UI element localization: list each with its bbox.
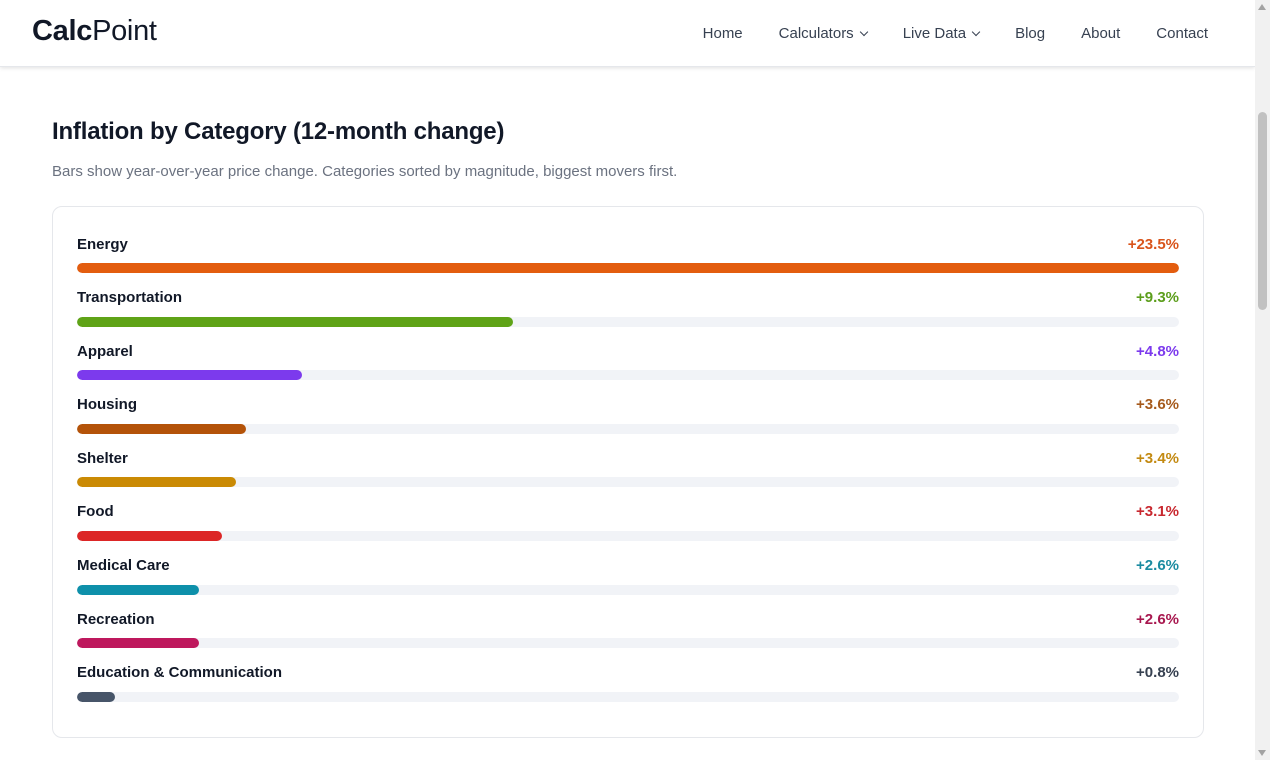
chart-row: Food +3.1% <box>77 501 1179 555</box>
value-label: +2.6% <box>1136 610 1179 628</box>
category-label: Recreation <box>77 610 155 628</box>
nav-item-label: Home <box>702 25 743 42</box>
scroll-down-arrow-icon[interactable] <box>1258 750 1266 756</box>
main-nav: Home Calculators Live Data Blog About Contact <box>667 0 1208 67</box>
bar-track <box>77 477 1179 488</box>
chart-row-header: Energy +23.5% <box>77 233 1179 255</box>
chart-row: Medical Care +2.6% <box>77 555 1179 609</box>
bar-track <box>77 638 1179 649</box>
scrollbar-thumb[interactable] <box>1258 112 1267 310</box>
bar-fill <box>77 584 199 595</box>
bar-track <box>77 530 1179 541</box>
nav-item-label: Contact <box>1156 25 1208 42</box>
bar-track <box>77 263 1179 273</box>
value-label: +9.3% <box>1136 289 1179 307</box>
page-subtitle: Bars show year-over-year price change. C… <box>52 163 678 180</box>
category-label: Medical Care <box>77 557 170 575</box>
chart-row-header: Medical Care +2.6% <box>77 555 1179 577</box>
bar-fill <box>77 638 199 649</box>
nav-item-blog[interactable]: Blog <box>1015 25 1045 42</box>
bar-track <box>77 316 1179 327</box>
chart-row-header: Shelter +3.4% <box>77 447 1179 469</box>
value-label: +23.5% <box>1127 235 1179 253</box>
value-label: +0.8% <box>1136 664 1179 682</box>
nav-item-label: Blog <box>1015 25 1046 42</box>
chevron-down-icon <box>859 27 868 37</box>
category-label: Housing <box>77 396 137 414</box>
bar-fill <box>77 477 237 488</box>
nav-item-about[interactable]: About <box>1081 25 1120 42</box>
logo-regular: Point <box>92 15 157 47</box>
nav-item-contact[interactable]: Contact <box>1156 25 1208 42</box>
scroll-up-arrow-icon[interactable] <box>1258 4 1266 10</box>
chevron-down-icon <box>971 27 981 37</box>
nav-item-calculators[interactable]: Calculators <box>778 25 868 42</box>
chart-row: Shelter +3.4% <box>77 447 1179 501</box>
nav-item-home[interactable]: Home <box>703 25 743 42</box>
bar-track <box>77 691 1179 702</box>
value-label: +3.6% <box>1136 396 1179 414</box>
bar-fill <box>77 423 246 434</box>
chart-row: Recreation +2.6% <box>77 608 1179 662</box>
chart-row-header: Education & Communication +0.8% <box>77 662 1179 684</box>
value-label: +3.4% <box>1136 449 1179 467</box>
chart-row-header: Recreation +2.6% <box>77 608 1179 630</box>
chart-row-header: Apparel +4.8% <box>77 340 1179 362</box>
chart-row: Energy +23.5% <box>77 233 1179 287</box>
bar-fill <box>77 530 223 541</box>
value-label: +4.8% <box>1136 342 1179 360</box>
category-label: Education & Communication <box>77 664 283 682</box>
chart-row-header: Food +3.1% <box>77 501 1179 523</box>
bar-fill <box>77 263 1179 273</box>
category-label: Apparel <box>77 342 133 360</box>
page-scrollbar[interactable] <box>1255 0 1270 760</box>
bar-fill <box>77 316 514 327</box>
nav-item-label: Calculators <box>778 25 854 42</box>
value-label: +3.1% <box>1136 503 1179 521</box>
category-label: Transportation <box>77 289 183 307</box>
inflation-bar-chart: Energy +23.5% Transportation +9.3% Apparel +4… <box>52 206 1204 738</box>
chart-row-header: Transportation +9.3% <box>77 287 1179 309</box>
category-label: Energy <box>77 235 128 253</box>
chart-row: Apparel +4.8% <box>77 340 1179 394</box>
site-logo[interactable]: CalcPoint <box>32 15 157 48</box>
bar-track <box>77 423 1179 434</box>
chart-row: Education & Communication +0.8% <box>77 662 1179 716</box>
page-title: Inflation by Category (12-month change) <box>52 118 505 145</box>
bar-fill <box>77 691 115 702</box>
bar-track <box>77 370 1179 381</box>
site-header: CalcPoint Home Calculators Live Data Blog Ab… <box>0 0 1255 67</box>
bar-track <box>77 584 1179 595</box>
main-content: Inflation by Category (12-month change) … <box>52 118 1204 180</box>
chart-row: Transportation +9.3% <box>77 287 1179 341</box>
logo-bold: Calc <box>32 15 93 47</box>
nav-item-label: Live Data <box>902 25 967 42</box>
value-label: +2.6% <box>1136 557 1179 575</box>
chart-row: Housing +3.6% <box>77 394 1179 448</box>
nav-item-live-data[interactable]: Live Data <box>902 25 981 42</box>
chart-row-header: Housing +3.6% <box>77 394 1179 416</box>
nav-item-label: About <box>1081 25 1121 42</box>
category-label: Shelter <box>77 449 128 467</box>
bar-fill <box>77 370 303 381</box>
category-label: Food <box>77 503 114 521</box>
